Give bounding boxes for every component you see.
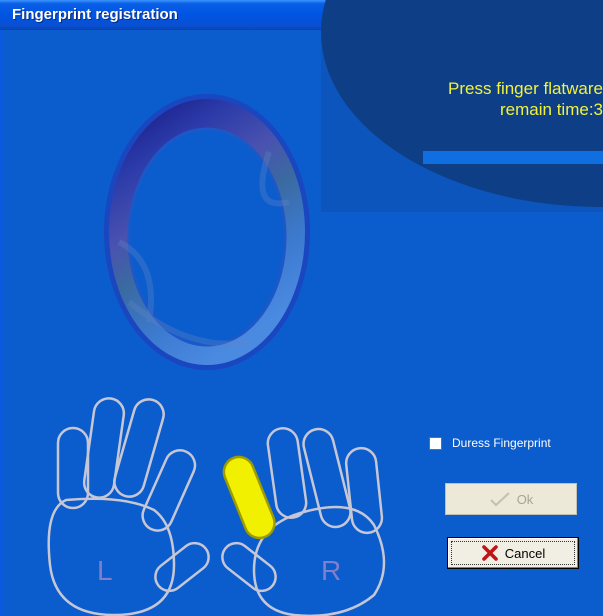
left-pinky[interactable] [56,426,90,510]
fingerprint-scan-ring [104,94,310,370]
right-ring[interactable] [300,426,353,530]
ok-button-label: Ok [516,491,534,507]
right-middle[interactable] [266,426,308,519]
prompt-line1: Press finger flatware [448,79,603,98]
window-title: Fingerprint registration [12,6,178,23]
left-thumb[interactable] [150,537,215,596]
left-index[interactable] [138,446,200,536]
duress-checkbox-label[interactable]: Duress Fingerprint [452,436,551,450]
left-hand-label: L [97,555,113,586]
prompt-text: Press finger flatware remain time:3 [448,78,603,120]
ok-button[interactable]: Ok [445,483,577,515]
right-pinky[interactable] [344,446,384,535]
right-hand-label: R [321,555,341,586]
prompt-line2: remain time:3 [500,100,603,119]
cancel-x-icon [481,545,498,561]
duress-checkbox[interactable] [429,437,442,450]
cancel-button[interactable]: Cancel [447,537,579,569]
right-thumb[interactable] [217,537,282,596]
remaining-time-bar [423,151,603,164]
prompt-panel: Press finger flatware remain time:3 [321,0,603,212]
client-area: Press finger flatware remain time:3 L R … [4,0,603,616]
checkmark-icon [489,492,510,507]
fingerprint-registration-window: Fingerprint registration Press finger fl… [0,0,603,616]
cancel-button-label: Cancel [504,545,546,561]
hand-selector: L R [47,397,386,616]
